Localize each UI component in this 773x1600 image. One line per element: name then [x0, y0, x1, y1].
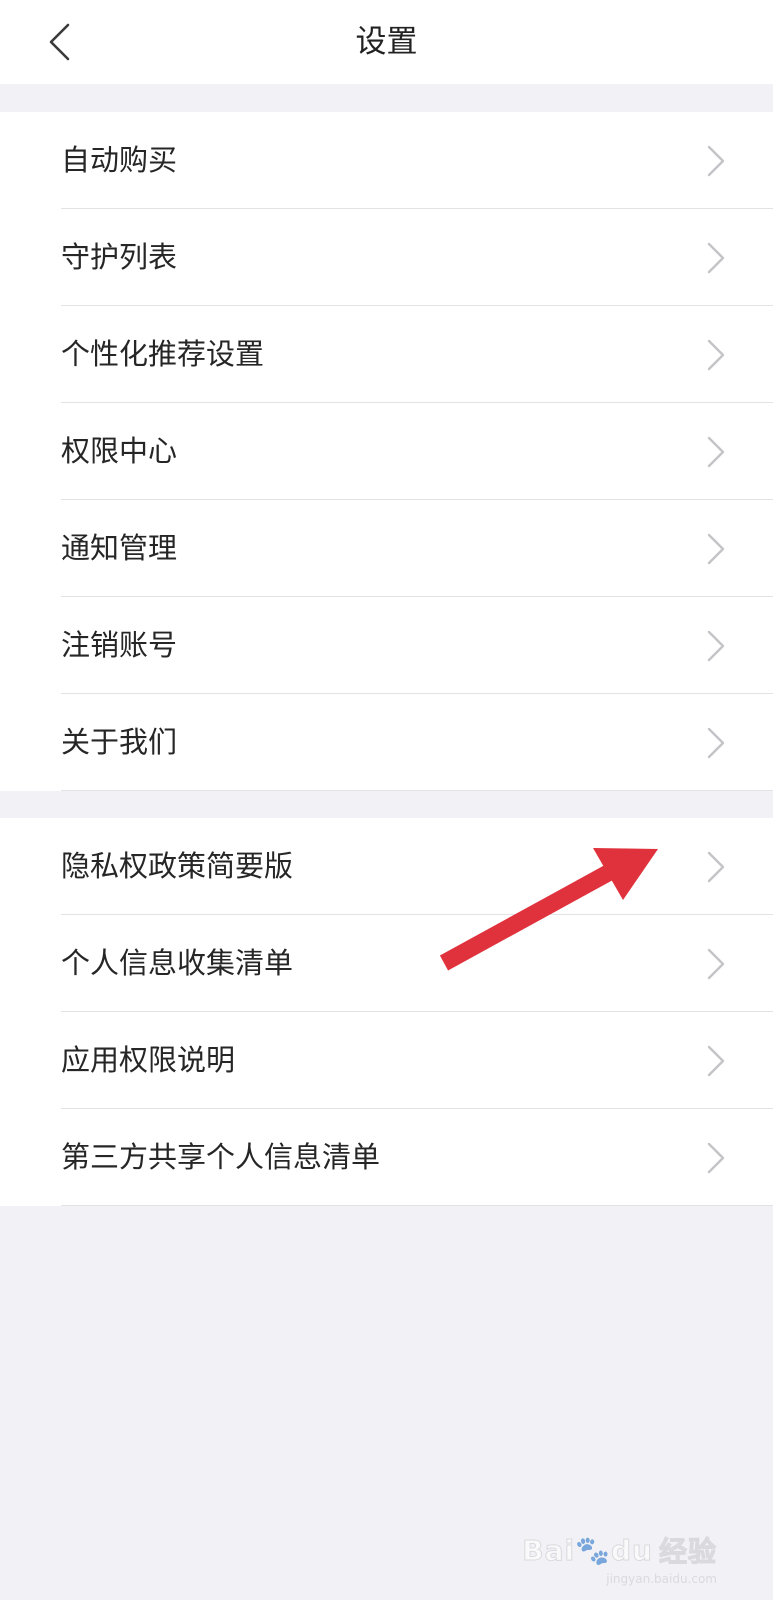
settings-group-main: 自动购买 守护列表 个性化推荐设置 权限中心 通知管理 注销账号 关于我们: [0, 112, 773, 791]
row-label: 注销账号: [61, 628, 178, 662]
settings-row-personalized-recommendation[interactable]: 个性化推荐设置: [0, 306, 773, 403]
row-label: 应用权限说明: [61, 1043, 236, 1077]
row-label: 个性化推荐设置: [61, 337, 265, 371]
back-button[interactable]: [34, 16, 84, 68]
page-title: 设置: [355, 24, 418, 60]
watermark-logo: Bai🐾du: [522, 1533, 653, 1567]
chevron-right-icon: [707, 851, 725, 883]
settings-group-privacy: 隐私权政策简要版 个人信息收集清单 应用权限说明 第三方共享个人信息清单: [0, 818, 773, 1206]
settings-row-third-party-sharing[interactable]: 第三方共享个人信息清单: [0, 1109, 773, 1206]
settings-row-delete-account[interactable]: 注销账号: [0, 597, 773, 694]
settings-row-permission-center[interactable]: 权限中心: [0, 403, 773, 500]
chevron-right-icon: [707, 1045, 725, 1077]
chevron-right-icon: [707, 948, 725, 980]
chevron-right-icon: [707, 242, 725, 274]
settings-row-auto-purchase[interactable]: 自动购买: [0, 112, 773, 209]
row-label: 个人信息收集清单: [61, 946, 294, 980]
baidu-jingyan-watermark: Bai🐾du 经验 jingyan.baidu.com: [522, 1530, 717, 1586]
divider: [61, 790, 773, 791]
chevron-right-icon: [707, 339, 725, 371]
chevron-right-icon: [707, 630, 725, 662]
chevron-right-icon: [707, 727, 725, 759]
row-label: 守护列表: [61, 240, 178, 274]
chevron-left-icon: [49, 23, 70, 61]
row-label: 第三方共享个人信息清单: [61, 1140, 381, 1174]
settings-row-about-us[interactable]: 关于我们: [0, 694, 773, 791]
settings-row-app-permission-description[interactable]: 应用权限说明: [0, 1012, 773, 1109]
row-label: 通知管理: [61, 531, 178, 565]
top-bar: 设置: [0, 0, 773, 84]
settings-row-guard-list[interactable]: 守护列表: [0, 209, 773, 306]
settings-row-privacy-policy-summary[interactable]: 隐私权政策简要版: [0, 818, 773, 915]
divider: [61, 1205, 773, 1206]
row-label: 关于我们: [61, 725, 178, 759]
row-label: 自动购买: [61, 143, 178, 177]
chevron-right-icon: [707, 1142, 725, 1174]
settings-row-personal-info-collection[interactable]: 个人信息收集清单: [0, 915, 773, 1012]
row-label: 隐私权政策简要版: [61, 849, 294, 883]
watermark-text: 经验: [658, 1535, 717, 1569]
chevron-right-icon: [707, 436, 725, 468]
chevron-right-icon: [707, 145, 725, 177]
row-label: 权限中心: [61, 434, 178, 468]
paw-icon: 🐾: [575, 1533, 611, 1567]
settings-row-notification-management[interactable]: 通知管理: [0, 500, 773, 597]
chevron-right-icon: [707, 533, 725, 565]
watermark-url: jingyan.baidu.com: [606, 1572, 717, 1586]
